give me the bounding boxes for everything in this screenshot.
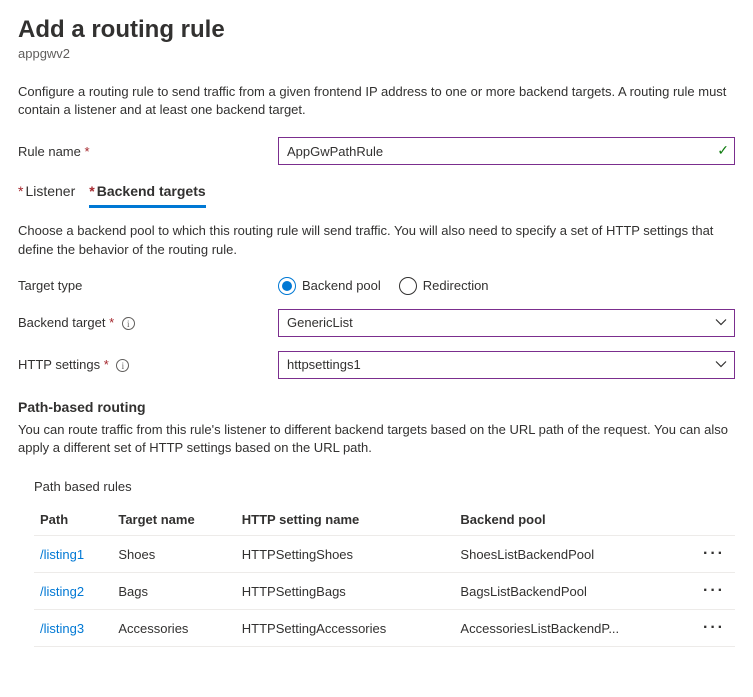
cell-http: HTTPSettingAccessories: [236, 610, 455, 647]
radio-redirection-label: Redirection: [423, 278, 489, 293]
cell-target: Bags: [112, 573, 235, 610]
path-rules-table: Path Target name HTTP setting name Backe…: [34, 504, 735, 647]
path-routing-description: You can route traffic from this rule's l…: [18, 421, 735, 457]
more-icon[interactable]: ···: [699, 619, 729, 637]
target-type-label: Target type: [18, 278, 278, 293]
http-settings-label: HTTP settings * i: [18, 357, 278, 372]
rule-name-label: Rule name *: [18, 144, 278, 159]
table-row: /listing3 AccessoriesHTTPSettingAccessori…: [34, 610, 735, 647]
path-link[interactable]: /listing1: [40, 547, 84, 562]
col-http-setting[interactable]: HTTP setting name: [236, 504, 455, 536]
backend-target-select[interactable]: GenericList: [278, 309, 735, 337]
http-settings-select[interactable]: httpsettings1: [278, 351, 735, 379]
tab-listener[interactable]: *Listener: [18, 179, 75, 208]
col-path[interactable]: Path: [34, 504, 112, 536]
col-backend-pool[interactable]: Backend pool: [454, 504, 693, 536]
path-link[interactable]: /listing3: [40, 621, 84, 636]
tabs: *Listener *Backend targets: [18, 179, 735, 208]
radio-backend-pool-label: Backend pool: [302, 278, 381, 293]
backend-description: Choose a backend pool to which this rout…: [18, 222, 735, 258]
table-row: /listing1 ShoesHTTPSettingShoesShoesListB…: [34, 536, 735, 573]
path-rules-heading: Path based rules: [34, 479, 735, 494]
path-link[interactable]: /listing2: [40, 584, 84, 599]
cell-pool: AccessoriesListBackendP...: [454, 610, 693, 647]
col-target-name[interactable]: Target name: [112, 504, 235, 536]
page-subtitle: appgwv2: [18, 46, 735, 61]
more-icon[interactable]: ···: [699, 582, 729, 600]
radio-redirection[interactable]: Redirection: [399, 277, 489, 295]
tab-backend-targets[interactable]: *Backend targets: [89, 179, 205, 208]
backend-target-label: Backend target * i: [18, 315, 278, 330]
rule-name-input[interactable]: [278, 137, 735, 165]
cell-target: Shoes: [112, 536, 235, 573]
cell-target: Accessories: [112, 610, 235, 647]
radio-backend-pool[interactable]: Backend pool: [278, 277, 381, 295]
cell-pool: ShoesListBackendPool: [454, 536, 693, 573]
cell-http: HTTPSettingBags: [236, 573, 455, 610]
more-icon[interactable]: ···: [699, 545, 729, 563]
page-title: Add a routing rule: [18, 16, 735, 44]
path-routing-title: Path-based routing: [18, 399, 735, 415]
page-description: Configure a routing rule to send traffic…: [18, 83, 735, 119]
cell-http: HTTPSettingShoes: [236, 536, 455, 573]
info-icon[interactable]: i: [116, 359, 129, 372]
table-row: /listing2 BagsHTTPSettingBagsBagsListBack…: [34, 573, 735, 610]
info-icon[interactable]: i: [122, 317, 135, 330]
cell-pool: BagsListBackendPool: [454, 573, 693, 610]
